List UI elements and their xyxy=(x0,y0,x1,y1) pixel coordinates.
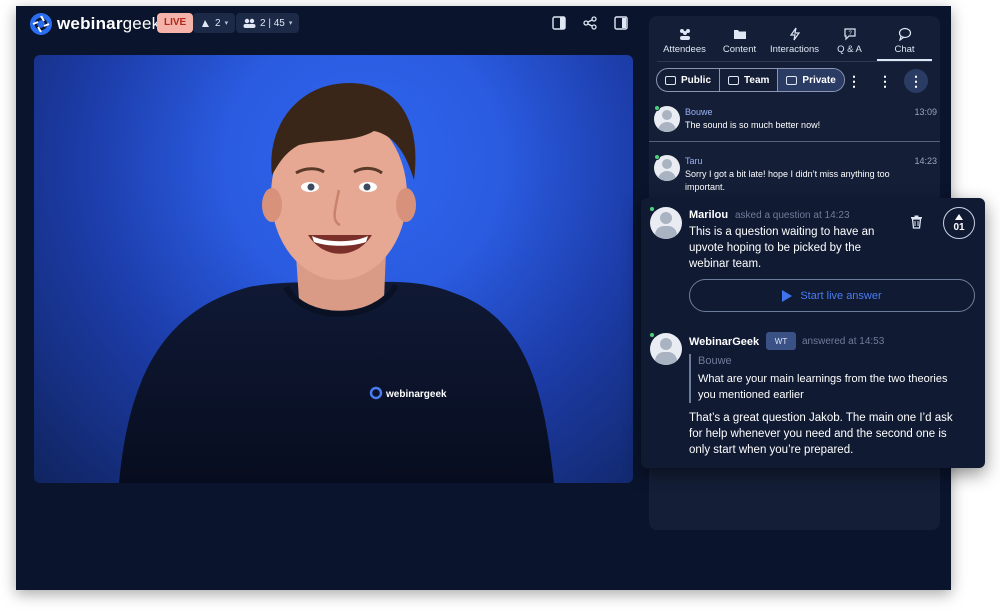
presenter-icon xyxy=(202,19,209,27)
message-text: Sorry I got a bit late! hope I didn’t mi… xyxy=(685,169,890,192)
chat-mode-private[interactable]: Private xyxy=(778,69,844,91)
layout-toggle-icon[interactable] xyxy=(552,16,566,30)
live-answer-label: Start live answer xyxy=(800,289,882,302)
brand-name: webinargeek xyxy=(57,14,161,33)
tab-chat[interactable]: Chat xyxy=(877,24,932,61)
message-author: Taru xyxy=(685,156,703,166)
brand-logo: webinargeek xyxy=(30,12,160,36)
online-indicator xyxy=(654,105,660,111)
folder-icon xyxy=(733,30,746,39)
attendees-count: 2 | 45 xyxy=(260,17,285,29)
people-icon xyxy=(679,29,690,40)
tab-label: Attendees xyxy=(663,44,706,55)
answer-text: That’s a great question Jakob. The main … xyxy=(689,412,953,456)
panel-tabs: Attendees Content Interactions ? Q & A C… xyxy=(657,24,932,62)
chat-mode-label: Private xyxy=(802,74,836,86)
delete-icon[interactable] xyxy=(910,215,923,229)
avatar xyxy=(650,333,682,365)
tab-interactions[interactable]: Interactions xyxy=(767,24,822,61)
answer-author: WebinarGeek xyxy=(689,336,760,348)
online-indicator xyxy=(649,206,655,212)
avatar xyxy=(650,207,682,239)
question-meta: asked a question at 14:23 xyxy=(735,210,850,221)
team-badge: WT xyxy=(766,332,796,350)
share-icon[interactable] xyxy=(583,16,597,30)
tab-content[interactable]: Content xyxy=(712,24,767,61)
more-options-icon[interactable]: ⋮ xyxy=(842,69,866,93)
attendees-dropdown[interactable]: 2 | 45 ▾ xyxy=(236,13,300,33)
tab-attendees[interactable]: Attendees xyxy=(657,24,712,61)
upvote-arrow-icon xyxy=(955,213,963,220)
online-indicator xyxy=(654,154,660,160)
live-badge: LIVE xyxy=(157,13,194,33)
tab-label: Chat xyxy=(894,44,915,55)
answer-meta: answered at 14:53 xyxy=(802,336,885,347)
chat-mode-label: Team xyxy=(744,74,770,86)
webinargeek-logo-icon xyxy=(30,13,52,35)
private-chat-icon xyxy=(786,75,798,85)
presenter-video: webinargeek xyxy=(34,55,633,483)
people-icon xyxy=(243,18,256,28)
start-live-answer-button[interactable]: Start live answer xyxy=(689,279,975,312)
message-time: 13:09 xyxy=(914,107,937,117)
chevron-down-icon: ▾ xyxy=(288,20,293,27)
message-author: Bouwe xyxy=(685,107,713,117)
hosts-dropdown[interactable]: 2 ▾ xyxy=(193,13,236,33)
online-indicator xyxy=(649,332,655,338)
question-card: Marilou asked a question at 14:23 This i… xyxy=(641,198,985,468)
hosts-count: 2 xyxy=(215,17,221,29)
quoted-text: What are your main learnings from the tw… xyxy=(698,373,948,401)
question-text: This is a question waiting to have an up… xyxy=(689,226,875,270)
quoted-author: Bouwe xyxy=(698,355,732,367)
chat-settings-menu-icon[interactable]: ⋮ xyxy=(904,69,928,93)
upvote-count: 01 xyxy=(953,221,965,233)
tab-label: Interactions xyxy=(769,44,820,55)
team-chat-icon xyxy=(728,75,740,85)
upvote-button[interactable]: 01 xyxy=(943,207,975,239)
question-author: Marilou xyxy=(689,209,729,221)
message-text: The sound is so much better now! xyxy=(685,120,821,130)
lightning-icon xyxy=(789,27,800,41)
tab-label: Q & A xyxy=(837,44,862,55)
chat-mode-label: Public xyxy=(681,74,712,86)
message-divider xyxy=(649,141,940,142)
tab-qa[interactable]: ? Q & A xyxy=(822,24,877,61)
chat-mode-public[interactable]: Public xyxy=(657,69,721,91)
public-chat-icon xyxy=(665,75,676,85)
speech-question-icon: ? xyxy=(843,28,856,41)
presenter-figure: webinargeek xyxy=(119,83,554,483)
tab-label: Content xyxy=(722,44,757,55)
chevron-down-icon: ▾ xyxy=(224,20,229,27)
quoted-question: Bouwe What are your main learnings from … xyxy=(689,354,949,403)
shirt-logo-text: webinargeek xyxy=(385,389,447,400)
message-time: 14:23 xyxy=(914,156,937,166)
chat-mode-switch: Public Team Private xyxy=(656,68,845,92)
chat-mode-team[interactable]: Team xyxy=(720,69,779,91)
chat-bubble-icon xyxy=(898,27,911,41)
sidebar-toggle-icon[interactable] xyxy=(614,16,628,30)
more-options-icon[interactable]: ⋮ xyxy=(873,69,897,93)
play-icon xyxy=(782,289,793,302)
